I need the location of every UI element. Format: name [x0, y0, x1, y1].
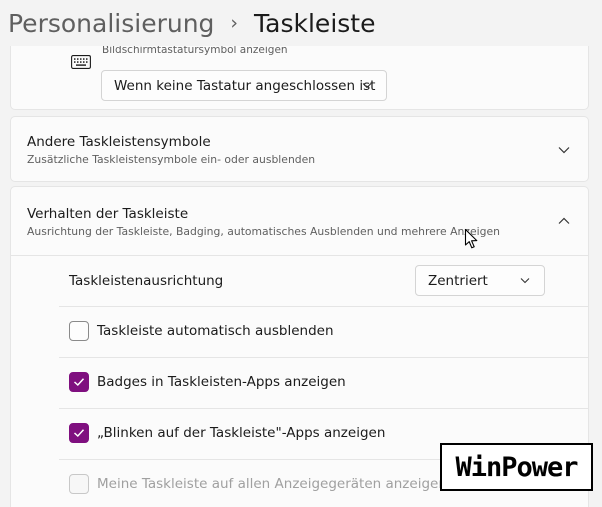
auto-hide-label: Taskleiste automatisch ausblenden — [97, 323, 334, 339]
touch-keyboard-dropdown-value: Wenn keine Tastatur angeschlossen ist — [114, 77, 376, 94]
chevron-down-icon — [362, 83, 372, 89]
other-taskbar-icons-expander[interactable]: Andere Taskleistensymbole Zusätzliche Ta… — [10, 116, 589, 182]
touch-keyboard-dropdown[interactable]: Wenn keine Tastatur angeschlossen ist — [101, 70, 387, 101]
chevron-down-icon[interactable] — [558, 146, 570, 154]
other-taskbar-icons-subtitle: Zusätzliche Taskleistensymbole ein- oder… — [27, 153, 316, 166]
taskbar-behaviors-header[interactable]: Verhalten der Taskleiste Ausrichtung der… — [11, 187, 588, 255]
watermark-text: WinPower — [455, 451, 578, 483]
taskbar-alignment-dropdown[interactable]: Zentriert — [415, 265, 545, 296]
checkmark-icon — [73, 378, 85, 387]
taskbar-alignment-label: Taskleistenausrichtung — [69, 273, 224, 289]
breadcrumb: Personalisierung › Taskleiste — [0, 0, 602, 46]
watermark-logo: WinPower — [440, 443, 593, 491]
checkmark-icon — [73, 429, 85, 438]
breadcrumb-separator-icon: › — [230, 12, 239, 34]
divider — [59, 306, 588, 307]
chevron-up-icon[interactable] — [558, 217, 570, 225]
page-title: Taskleiste — [254, 8, 376, 38]
all-displays-label: Meine Taskleiste auf allen Anzeigegeräte… — [97, 476, 447, 492]
badges-checkbox[interactable] — [69, 372, 89, 392]
divider — [59, 408, 588, 409]
keyboard-icon — [71, 55, 91, 69]
divider — [59, 357, 588, 358]
badges-label: Badges in Taskleisten-Apps anzeigen — [97, 374, 346, 390]
flashing-label: „Blinken auf der Taskleiste"-Apps anzeig… — [97, 425, 386, 441]
auto-hide-checkbox[interactable] — [69, 321, 89, 341]
breadcrumb-parent[interactable]: Personalisierung — [8, 9, 214, 38]
all-displays-checkbox[interactable] — [69, 474, 89, 494]
flashing-checkbox[interactable] — [69, 423, 89, 443]
chevron-down-icon — [520, 278, 530, 284]
taskbar-alignment-value: Zentriert — [428, 272, 488, 289]
taskbar-behaviors-title: Verhalten der Taskleiste — [27, 206, 189, 222]
other-taskbar-icons-title: Andere Taskleistensymbole — [27, 134, 211, 150]
mouse-cursor-icon — [464, 228, 478, 249]
divider — [11, 255, 588, 256]
taskbar-behaviors-subtitle: Ausrichtung der Taskleiste, Badging, aut… — [27, 225, 500, 238]
